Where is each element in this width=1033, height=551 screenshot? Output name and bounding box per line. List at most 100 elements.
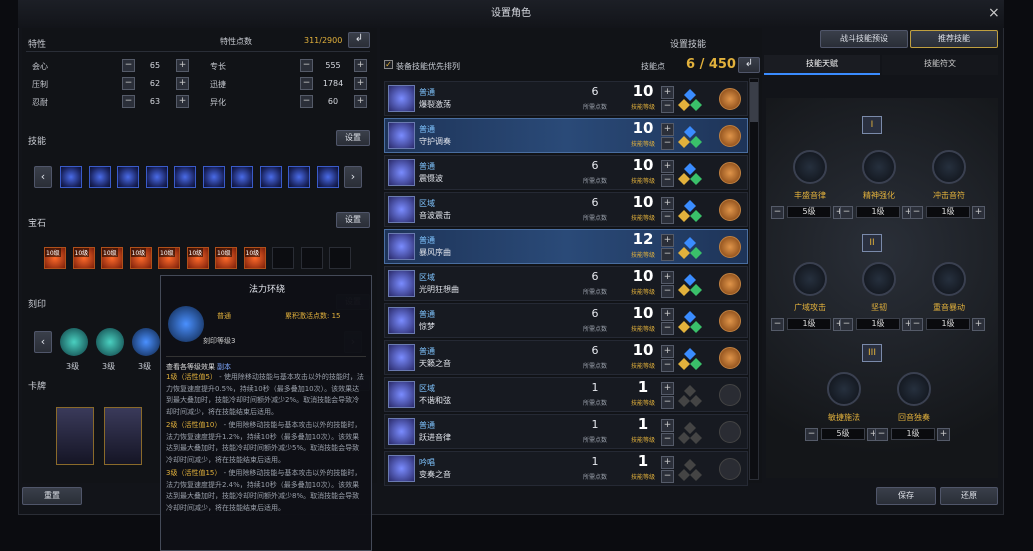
rune-slot[interactable] — [719, 236, 741, 258]
skills-setup-button[interactable]: 设置 — [336, 130, 370, 146]
talent-node[interactable] — [793, 150, 827, 184]
talent-minus-button[interactable]: − — [771, 206, 784, 219]
skill-slot-2[interactable] — [88, 166, 111, 188]
card-slot-1[interactable] — [56, 407, 94, 465]
skill-list-scrollbar[interactable] — [749, 78, 759, 480]
tripod-icon[interactable] — [678, 310, 702, 334]
tripod-icon[interactable] — [678, 347, 702, 371]
gem-slot-6[interactable]: 10级 — [186, 247, 209, 269]
gem-slot-empty[interactable] — [329, 247, 351, 269]
stat-minus-button[interactable]: − — [122, 59, 135, 72]
gem-slot-8[interactable]: 10级 — [243, 247, 266, 269]
talent-minus-button[interactable]: − — [840, 206, 853, 219]
rune-slot[interactable] — [719, 458, 741, 480]
skill-level-down-button[interactable]: − — [661, 433, 674, 446]
talent-node[interactable] — [862, 150, 896, 184]
skill-level-down-button[interactable]: − — [661, 396, 674, 409]
skill-row[interactable]: 普通 暴风序曲 12 技能等级 + − — [384, 229, 748, 264]
rune-slot[interactable] — [719, 125, 741, 147]
talent-node[interactable] — [932, 262, 966, 296]
skill-slot-7[interactable] — [231, 166, 253, 188]
talent-plus-button[interactable]: + — [972, 206, 985, 219]
stat-plus-button[interactable]: + — [176, 95, 189, 108]
skill-row[interactable]: 普通 跃进音律 1 所需点数 1 技能等级 + − — [384, 414, 748, 449]
scrollbar-thumb[interactable] — [750, 82, 758, 122]
priority-checkbox[interactable]: ✓ — [384, 60, 393, 69]
talent-node[interactable] — [897, 372, 931, 406]
skills-prev-button[interactable]: ‹ — [34, 166, 52, 188]
skill-level-up-button[interactable]: + — [661, 419, 674, 432]
stat-minus-button[interactable]: − — [300, 59, 313, 72]
tooltip-detail-link[interactable]: 查看各等级效果 — [166, 362, 215, 372]
trait-reset-button[interactable]: ↲ — [348, 32, 370, 48]
talent-minus-button[interactable]: − — [875, 428, 888, 441]
stat-plus-button[interactable]: + — [176, 59, 189, 72]
skill-slot-1[interactable] — [60, 166, 82, 188]
tripod-icon[interactable] — [678, 458, 702, 482]
engrave-slot-1[interactable] — [60, 328, 88, 356]
skill-level-up-button[interactable]: + — [661, 345, 674, 358]
skills-next-button[interactable]: › — [344, 166, 362, 188]
engrave-slot-3[interactable] — [132, 328, 160, 356]
gem-slot-2[interactable]: 10级 — [72, 247, 95, 269]
gem-slot-7[interactable]: 10级 — [215, 247, 237, 269]
stat-minus-button[interactable]: − — [300, 95, 313, 108]
tab-talent[interactable]: 技能天赋 — [764, 55, 880, 75]
rune-slot[interactable] — [719, 199, 741, 221]
gem-slot-1[interactable]: 10级 — [44, 247, 66, 269]
gems-setup-button[interactable]: 设置 — [336, 212, 370, 228]
stat-minus-button[interactable]: − — [300, 77, 313, 90]
recommend-button[interactable]: 推荐技能 — [910, 30, 998, 48]
skill-slot-6[interactable] — [202, 166, 225, 188]
skill-row[interactable]: 普通 震慑波 6 所需点数 10 技能等级 + − — [384, 155, 748, 190]
tab-rune[interactable]: 技能符文 — [882, 55, 998, 75]
restore-button[interactable]: 还原 — [940, 487, 998, 505]
rune-slot[interactable] — [719, 310, 741, 332]
preset-button[interactable]: 战斗技能预设 — [820, 30, 908, 48]
talent-minus-button[interactable]: − — [771, 318, 784, 331]
gem-slot-empty[interactable] — [300, 247, 323, 269]
stat-plus-button[interactable]: + — [354, 95, 367, 108]
skill-level-up-button[interactable]: + — [661, 382, 674, 395]
talent-plus-button[interactable]: + — [937, 428, 950, 441]
gem-slot-4[interactable]: 10级 — [129, 247, 152, 269]
skill-row[interactable]: 普通 惊梦 6 所需点数 10 技能等级 + − — [384, 303, 748, 338]
tripod-icon[interactable] — [678, 88, 702, 112]
skill-slot-5[interactable] — [174, 166, 196, 188]
talent-node[interactable] — [827, 372, 861, 406]
skill-level-down-button[interactable]: − — [661, 174, 674, 187]
skill-slot-9[interactable] — [288, 166, 310, 188]
talent-minus-button[interactable]: − — [840, 318, 853, 331]
skill-level-down-button[interactable]: − — [661, 100, 674, 113]
stat-plus-button[interactable]: + — [354, 77, 367, 90]
tripod-icon[interactable] — [678, 421, 702, 445]
skill-slot-4[interactable] — [145, 166, 168, 188]
skill-level-up-button[interactable]: + — [661, 456, 674, 469]
tripod-icon[interactable] — [678, 125, 702, 149]
skill-row[interactable]: 区域 不谐和弦 1 所需点数 1 技能等级 + − — [384, 377, 748, 412]
skill-slot-3[interactable] — [117, 166, 139, 188]
engrave-prev-button[interactable]: ‹ — [34, 331, 52, 353]
skill-slot-8[interactable] — [259, 166, 282, 188]
skill-level-down-button[interactable]: − — [661, 137, 674, 150]
skill-level-up-button[interactable]: + — [661, 86, 674, 99]
talent-minus-button[interactable]: − — [910, 318, 923, 331]
rune-slot[interactable] — [719, 273, 741, 295]
skill-row[interactable]: 普通 天籁之音 6 所需点数 10 技能等级 + − — [384, 340, 748, 375]
gem-slot-empty[interactable] — [272, 247, 294, 269]
skill-points-reset-button[interactable]: ↲ — [738, 57, 760, 73]
tripod-icon[interactable] — [678, 384, 702, 408]
skill-row[interactable]: 普通 守护调奏 10 技能等级 + − — [384, 118, 748, 153]
close-icon[interactable]: × — [988, 5, 1000, 21]
rune-slot[interactable] — [719, 421, 741, 443]
save-button[interactable]: 保存 — [876, 487, 936, 505]
skill-level-down-button[interactable]: − — [661, 322, 674, 335]
skill-level-down-button[interactable]: − — [661, 285, 674, 298]
rune-slot[interactable] — [719, 162, 741, 184]
skill-level-down-button[interactable]: − — [661, 470, 674, 483]
rune-slot[interactable] — [719, 88, 741, 110]
skill-level-up-button[interactable]: + — [661, 271, 674, 284]
skill-level-down-button[interactable]: − — [661, 248, 674, 261]
talent-minus-button[interactable]: − — [805, 428, 818, 441]
skill-level-up-button[interactable]: + — [661, 197, 674, 210]
